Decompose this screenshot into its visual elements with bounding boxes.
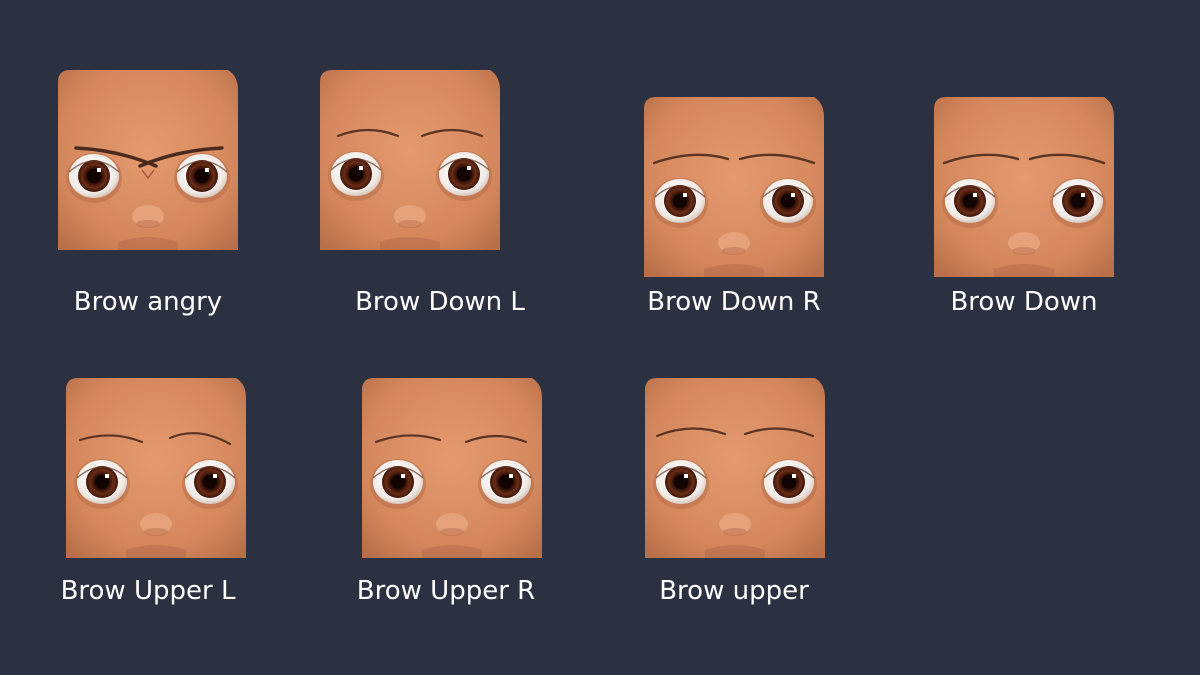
eye-highlight-left xyxy=(683,193,687,197)
eye-highlight-left xyxy=(973,193,977,197)
expression-card-brow-upper-r xyxy=(362,378,542,558)
label-brow-down-r: Brow Down R xyxy=(647,287,821,317)
label-brow-upper: Brow upper xyxy=(659,576,809,606)
eye-highlight-left xyxy=(359,166,363,170)
label-brow-down-l: Brow Down L xyxy=(355,287,525,317)
nose-shadow xyxy=(723,528,747,536)
expression-card-brow-down xyxy=(934,97,1114,277)
nose-shadow xyxy=(1012,247,1036,255)
face-thumbnail-brow-down xyxy=(934,97,1114,277)
label-brow-angry: Brow angry xyxy=(73,287,223,317)
eye-highlight-right xyxy=(1081,193,1085,197)
expression-card-brow-upper-l xyxy=(66,378,246,558)
eye-highlight-right xyxy=(791,193,795,197)
eye-highlight-right xyxy=(509,474,513,478)
face-thumbnail-brow-upper-l xyxy=(66,378,246,558)
nose-shadow xyxy=(398,220,422,228)
eye-highlight-left xyxy=(684,474,688,478)
expression-card-brow-down-r xyxy=(644,97,824,277)
eye-highlight-right xyxy=(205,168,209,172)
label-brow-upper-r: Brow Upper R xyxy=(356,576,536,606)
expression-card-brow-angry xyxy=(58,70,238,250)
nose-shadow xyxy=(144,528,168,536)
expression-card-brow-down-l xyxy=(320,70,500,250)
expression-card-brow-upper xyxy=(645,378,825,558)
face-thumbnail-brow-upper-r xyxy=(362,378,542,558)
label-brow-down: Brow Down xyxy=(950,287,1098,317)
nose-shadow xyxy=(722,247,746,255)
label-brow-upper-l: Brow Upper L xyxy=(60,576,236,606)
nose-shadow xyxy=(440,528,464,536)
eye-highlight-right xyxy=(213,474,217,478)
face-thumbnail-brow-down-r xyxy=(644,97,824,277)
face-thumbnail-brow-angry xyxy=(58,70,238,250)
eye-highlight-left xyxy=(401,474,405,478)
eye-highlight-right xyxy=(792,474,796,478)
face-thumbnail-brow-upper xyxy=(645,378,825,558)
nose-shadow xyxy=(136,220,160,228)
eye-highlight-right xyxy=(467,166,471,170)
eye-highlight-left xyxy=(105,474,109,478)
face-thumbnail-brow-down-l xyxy=(320,70,500,250)
eye-highlight-left xyxy=(97,168,101,172)
